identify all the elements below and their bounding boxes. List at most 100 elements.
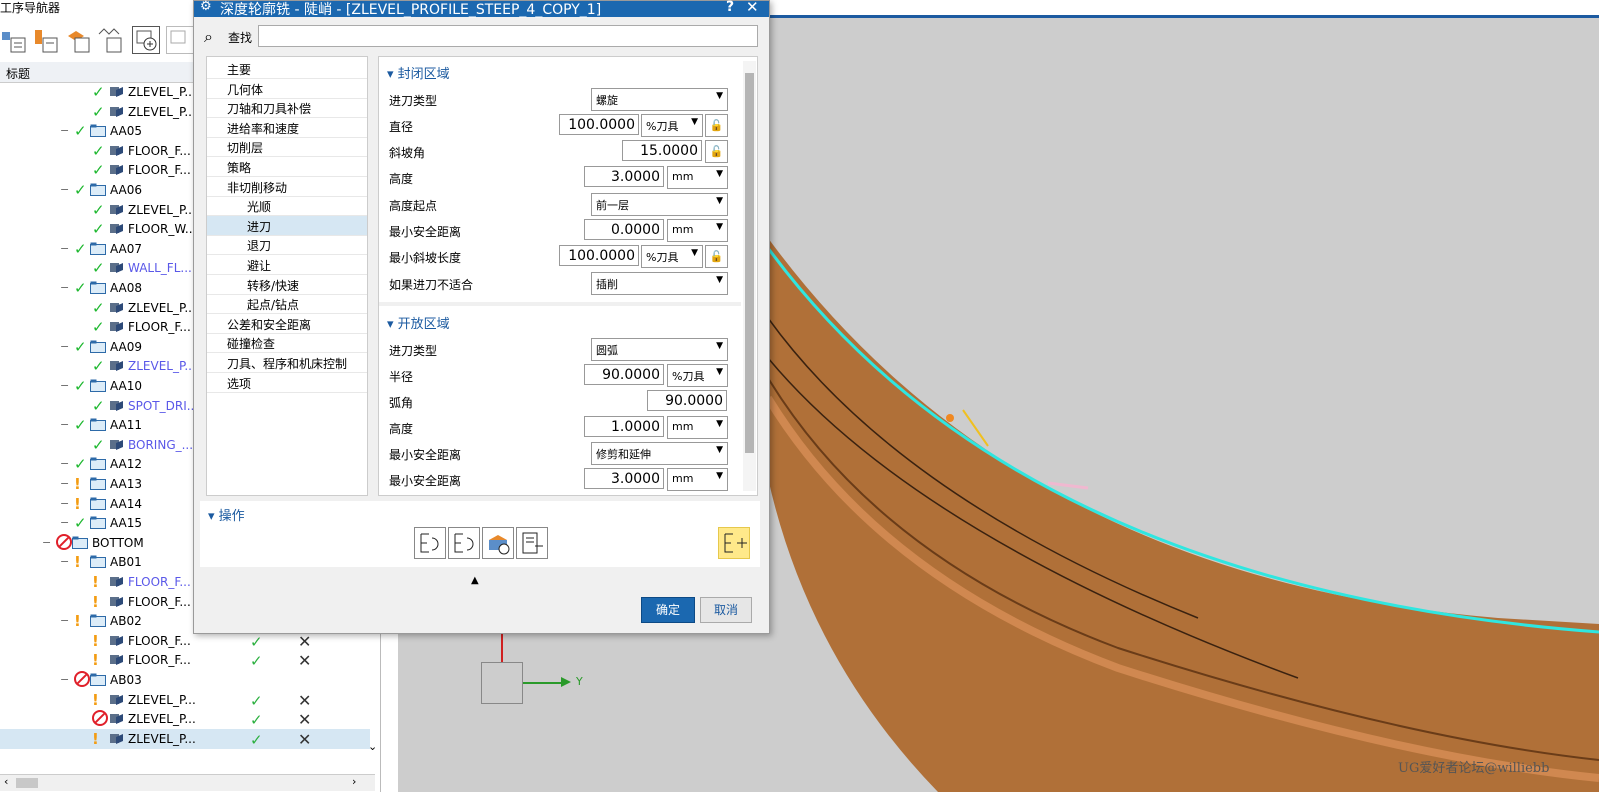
lock-icon[interactable]: 🔓: [705, 245, 728, 268]
dialog-tree-item[interactable]: 策略: [207, 157, 367, 177]
open-height-input[interactable]: 1.0000: [584, 416, 664, 437]
dialog-tree-item[interactable]: 避让: [207, 255, 367, 275]
panel-scroll-thumb[interactable]: [745, 73, 754, 453]
closed-min-clearance-input[interactable]: 0.0000: [584, 219, 664, 240]
geometry-view-icon[interactable]: [64, 26, 92, 54]
dialog-tree-label: 主要: [227, 63, 252, 77]
radius-input[interactable]: 90.0000: [584, 364, 664, 385]
collapse-toggle-icon[interactable]: −: [60, 555, 69, 568]
dialog-tree-item[interactable]: 选项: [207, 373, 367, 393]
machining-method-view-icon[interactable]: [96, 26, 124, 54]
min-ramp-length-input[interactable]: 100.0000: [559, 245, 639, 266]
chevron-down-icon: ▼: [716, 196, 723, 206]
group-row[interactable]: − AB03: [0, 670, 370, 690]
closed-height-unit-select[interactable]: mm ▼: [667, 166, 728, 189]
lock-icon[interactable]: 🔓: [705, 140, 728, 163]
dialog-tree-item[interactable]: 起点/钻点: [207, 294, 367, 315]
lock-icon[interactable]: 🔓: [705, 114, 728, 137]
collapse-toggle-icon[interactable]: −: [60, 497, 69, 510]
generate-toolpath-button[interactable]: [414, 527, 446, 559]
operation-row[interactable]: ! FLOOR_F... ✓ ✕: [0, 650, 370, 670]
replay-toolpath-button[interactable]: [448, 527, 480, 559]
open-engage-type-select[interactable]: 圆弧 ▼: [591, 338, 728, 361]
closed-engage-type-select[interactable]: 螺旋 ▼: [591, 88, 728, 111]
dialog-tree-item[interactable]: 碰撞检查: [207, 333, 367, 354]
chevron-down-icon: ▼: [716, 169, 723, 179]
dialog-tree-item[interactable]: 退刀: [207, 235, 367, 256]
collapse-toggle-icon[interactable]: −: [60, 516, 69, 529]
diameter-unit-select[interactable]: %刀具 ▼: [641, 114, 703, 137]
dialog-tree-item[interactable]: 进刀: [207, 215, 367, 236]
scroll-thumb[interactable]: [16, 778, 38, 788]
closed-height-input[interactable]: 3.0000: [584, 166, 664, 187]
dialog-tree-item[interactable]: 切削层: [207, 137, 367, 158]
dialog-tree-item[interactable]: 进给率和速度: [207, 118, 367, 138]
ok-button[interactable]: 确定: [641, 597, 695, 623]
operation-row[interactable]: ! ZLEVEL_P... ✓ ✕: [0, 690, 370, 710]
dialog-tree-item[interactable]: 非切削移动: [207, 177, 367, 197]
dialog-tree-item[interactable]: 转移/快速: [207, 275, 367, 295]
program-order-view-icon[interactable]: [0, 26, 28, 54]
collapse-toggle-icon[interactable]: −: [60, 477, 69, 490]
delete-program-icon[interactable]: [166, 26, 194, 54]
operation-row[interactable]: ZLEVEL_P... ✓ ✕: [0, 709, 370, 729]
open-height-unit-select[interactable]: mm ▼: [667, 416, 728, 439]
radius-unit-select[interactable]: %刀具 ▼: [667, 364, 728, 387]
open-area-header[interactable]: ▾ 开放区域: [387, 313, 450, 332]
ramp-angle-input[interactable]: 15.0000: [622, 140, 702, 161]
open-min-clearance2-unit-select[interactable]: mm ▼: [667, 468, 728, 491]
collapse-toggle-icon[interactable]: −: [60, 614, 69, 627]
dialog-titlebar[interactable]: ⚙ 深度轮廓铣 - 陡峭 - [ZLEVEL_PROFILE_STEEP_4_C…: [194, 0, 769, 18]
create-program-icon[interactable]: [132, 26, 160, 54]
closed-min-clearance-unit-select[interactable]: mm ▼: [667, 219, 728, 242]
collapse-toggle-icon[interactable]: −: [60, 418, 69, 431]
dialog-tree-item[interactable]: 刀具、程序和机床控制: [207, 353, 367, 373]
verify-toolpath-button[interactable]: [482, 527, 514, 559]
height-from-select[interactable]: 前一层 ▼: [591, 193, 728, 216]
diameter-input[interactable]: 100.0000: [559, 114, 639, 135]
help-button[interactable]: ?: [726, 0, 734, 15]
arc-angle-label: 弧角: [389, 396, 414, 410]
find-input[interactable]: [258, 25, 758, 47]
actions-header[interactable]: ▾ 操作: [208, 505, 245, 524]
show-toolpath-button[interactable]: [718, 527, 750, 559]
collapse-toggle-icon[interactable]: −: [60, 673, 69, 686]
arc-angle-input[interactable]: 90.0000: [647, 390, 727, 411]
collapse-toggle-icon[interactable]: −: [60, 379, 69, 392]
open-min-clearance2-input[interactable]: 3.0000: [584, 468, 664, 489]
operation-row[interactable]: ! ZLEVEL_P... ✓ ✕: [0, 728, 370, 749]
y-axis-arrow-icon: [561, 677, 571, 687]
row-label: ZLEVEL_P...: [128, 692, 196, 707]
scroll-right-icon[interactable]: ›: [352, 775, 356, 788]
toolpath-ok-icon: ✓: [250, 632, 263, 651]
open-min-clearance2-unit-value: mm: [672, 472, 694, 485]
collapse-toggle-icon[interactable]: −: [60, 242, 69, 255]
cancel-button[interactable]: 取消: [700, 597, 752, 623]
dialog-tree-item[interactable]: 刀轴和刀具补偿: [207, 98, 367, 119]
list-toolpath-button[interactable]: [516, 527, 548, 559]
status-complete-icon: ✓: [92, 396, 105, 415]
collapse-icon: ▾: [387, 317, 398, 332]
collapse-toggle-icon[interactable]: −: [60, 183, 69, 196]
collapse-toggle-icon[interactable]: −: [60, 124, 69, 137]
machine-tool-view-icon[interactable]: [32, 26, 60, 54]
dialog-tree-item[interactable]: 主要: [207, 59, 367, 79]
close-button[interactable]: ✕: [746, 0, 759, 16]
collapse-toggle-icon[interactable]: −: [42, 536, 51, 549]
collapse-toggle-icon[interactable]: −: [60, 457, 69, 470]
open-min-clearance-select[interactable]: 修剪和延伸 ▼: [591, 442, 728, 465]
status-complete-icon: ✓: [92, 259, 105, 278]
collapse-dialog-icon[interactable]: ▲: [471, 575, 479, 586]
closed-area-header[interactable]: ▾ 封闭区域: [387, 63, 450, 82]
scroll-down-icon[interactable]: ⌄: [368, 740, 377, 753]
scroll-left-icon[interactable]: ‹: [4, 775, 8, 788]
dialog-tree-item[interactable]: 光顺: [207, 196, 367, 217]
program-group-icon: [90, 183, 106, 196]
min-ramp-unit-select[interactable]: %刀具 ▼: [641, 245, 703, 268]
dialog-tree-item[interactable]: 公差和安全距离: [207, 314, 367, 334]
if-not-fit-select[interactable]: 插削 ▼: [591, 272, 728, 295]
navigator-horizontal-scrollbar[interactable]: ‹ ›: [0, 774, 375, 791]
collapse-toggle-icon[interactable]: −: [60, 281, 69, 294]
dialog-tree-item[interactable]: 几何体: [207, 79, 367, 99]
collapse-toggle-icon[interactable]: −: [60, 340, 69, 353]
